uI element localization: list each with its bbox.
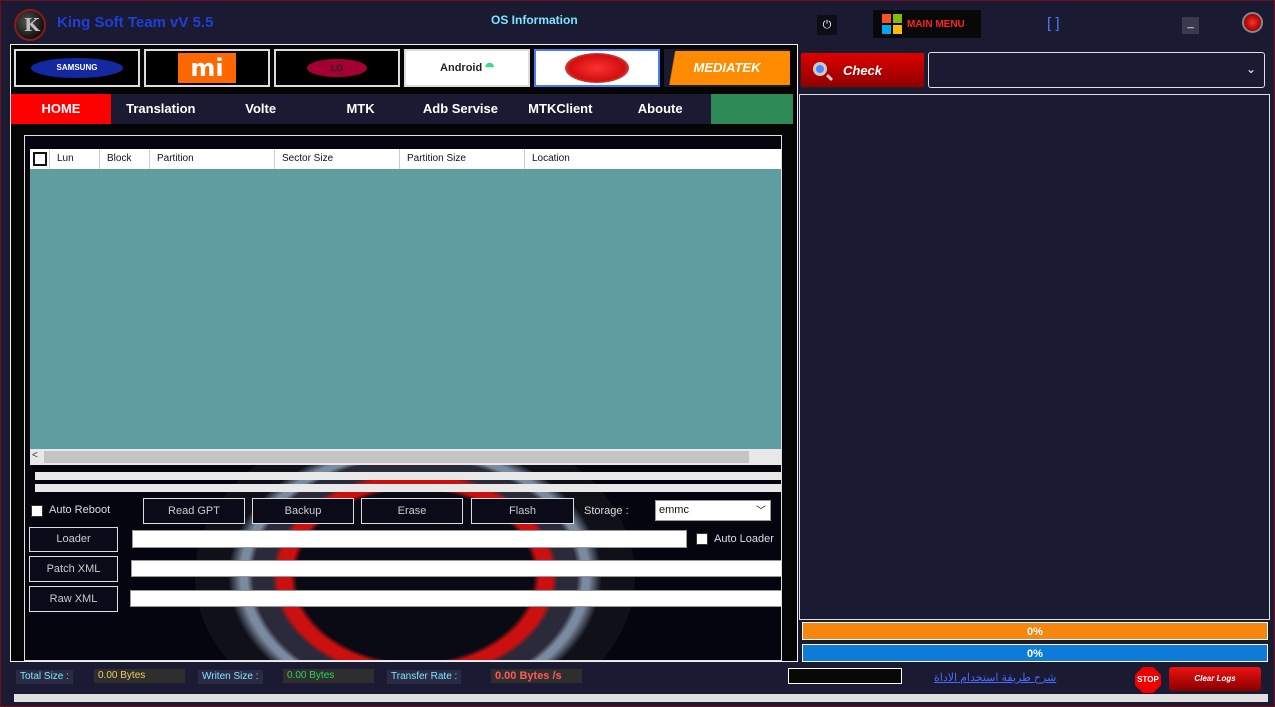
storage-select[interactable]: emmc ﹀ (655, 500, 771, 521)
column-location[interactable]: Location (525, 149, 781, 169)
main-menu-button[interactable]: MAIN MENU (873, 10, 981, 38)
tab-about[interactable]: Aboute (610, 94, 710, 124)
log-output[interactable] (799, 94, 1270, 620)
written-size-label: Writen Size : (198, 670, 263, 684)
brand-android-button[interactable]: Android ⯊ (404, 49, 530, 87)
read-gpt-button[interactable]: Read GPT (143, 498, 245, 524)
lg-logo: LG (307, 59, 367, 77)
auto-reboot-label: Auto Reboot (49, 504, 111, 516)
table-body[interactable] (30, 169, 781, 449)
bottom-progress-track (14, 694, 1268, 702)
column-partition[interactable]: Partition (150, 149, 275, 169)
tab-translation[interactable]: Translation (111, 94, 211, 124)
device-port-dropdown[interactable]: ⌄ (928, 52, 1265, 88)
partition-table: Lun Block Partition Sector Size Partitio… (30, 149, 781, 469)
storage-value: emmc (659, 504, 689, 516)
tab-adb-service[interactable]: Adb Servise (411, 94, 511, 124)
column-block[interactable]: Block (100, 149, 150, 169)
brand-lg-button[interactable]: LG (274, 49, 400, 87)
xiaomi-logo: mi (178, 53, 236, 83)
tab-home[interactable]: HOME (11, 94, 111, 124)
os-information-button[interactable]: OS Information (491, 13, 578, 27)
loader-button[interactable]: Loader (29, 527, 118, 552)
app-logo-icon (14, 9, 46, 41)
progress-track-1 (35, 472, 781, 480)
column-partition-size[interactable]: Partition Size (400, 149, 525, 169)
auto-reboot-checkbox[interactable] (31, 505, 43, 517)
snapdragon-logo-icon (565, 53, 629, 83)
chevron-down-icon: ⌄ (1245, 62, 1256, 76)
patch-xml-path-input[interactable] (131, 560, 781, 577)
check-label: Check (843, 63, 883, 78)
app-title: King Soft Team vV 5.5 (57, 14, 214, 31)
raw-xml-button[interactable]: Raw XML (29, 586, 118, 612)
stop-button[interactable]: STOP (1135, 667, 1161, 693)
loader-path-input[interactable] (132, 530, 687, 548)
check-button[interactable]: Check (800, 52, 925, 88)
app-window: King Soft Team vV 5.5 OS Information ⏻ M… (0, 0, 1275, 707)
tab-volte[interactable]: Volte (211, 94, 311, 124)
scroll-left-icon[interactable]: < (32, 450, 38, 461)
column-lun[interactable]: Lun (50, 149, 100, 169)
auto-loader-checkbox[interactable] (696, 533, 708, 545)
progress-bar-secondary: 0% (802, 644, 1268, 662)
maximize-button[interactable]: [ ] (1047, 15, 1060, 32)
close-icon[interactable] (1242, 12, 1263, 33)
auto-loader-label: Auto Loader (714, 533, 774, 545)
written-size-value: 0.00 Bytes (283, 669, 374, 683)
backup-button[interactable]: Backup (252, 498, 354, 524)
scroll-thumb[interactable] (44, 451, 749, 463)
progress-bar-primary: 0% (802, 622, 1268, 640)
minimize-button[interactable]: _ (1182, 17, 1199, 34)
table-header: Lun Block Partition Sector Size Partitio… (30, 149, 781, 169)
total-size-label: Total Size : (16, 670, 73, 684)
samsung-logo: SAMSUNG (31, 58, 123, 78)
windows-logo-icon (882, 14, 902, 34)
brand-xiaomi-button[interactable]: mi (144, 49, 270, 87)
flash-button[interactable]: Flash (471, 498, 574, 524)
home-content: Lun Block Partition Sector Size Partitio… (24, 135, 782, 661)
total-size-value: 0.00 Bytes (94, 669, 185, 683)
tab-mtk[interactable]: MTK (311, 94, 411, 124)
brand-samsung-button[interactable]: SAMSUNG (14, 49, 140, 87)
title-bar: King Soft Team vV 5.5 OS Information ⏻ M… (1, 1, 1274, 43)
brand-bar: SAMSUNG mi LG Android ⯊ MEDIATEK (14, 49, 796, 89)
erase-button[interactable]: Erase (361, 498, 463, 524)
android-logo: Android ⯊ (440, 61, 494, 74)
tab-mtkclient[interactable]: MTKClient (510, 94, 610, 124)
brand-qualcomm-button[interactable] (534, 49, 660, 87)
patch-xml-button[interactable]: Patch XML (29, 556, 118, 582)
nav-green-block (711, 94, 794, 124)
transfer-rate-value: 0.00 Bytes /s (491, 669, 582, 683)
search-icon (813, 62, 827, 76)
brand-mediatek-button[interactable]: MEDIATEK (664, 49, 790, 87)
status-bar: Total Size : 0.00 Bytes Writen Size : 0.… (10, 664, 1271, 693)
storage-label: Storage : (584, 505, 629, 517)
power-icon[interactable]: ⏻ (817, 15, 837, 35)
mediatek-logo: MEDIATEK (664, 51, 790, 85)
column-sector-size[interactable]: Sector Size (275, 149, 400, 169)
clear-logs-button[interactable]: Clear Logs (1169, 667, 1261, 691)
transfer-rate-label: Transfer Rate : (387, 670, 462, 684)
left-panel: SAMSUNG mi LG Android ⯊ MEDIATEK HOME Tr… (10, 44, 798, 662)
help-link[interactable]: شرح طريقة استخدام الاداة (934, 671, 1056, 684)
status-field (788, 668, 902, 684)
progress-track-2 (35, 484, 781, 492)
chevron-down-icon: ﹀ (756, 506, 766, 517)
main-nav: HOME Translation Volte MTK Adb Servise M… (11, 94, 794, 124)
main-menu-label: MAIN MENU (907, 18, 965, 30)
select-all-checkbox[interactable] (30, 149, 50, 169)
raw-xml-path-input[interactable] (130, 590, 781, 607)
horizontal-scrollbar[interactable]: < (30, 449, 781, 465)
